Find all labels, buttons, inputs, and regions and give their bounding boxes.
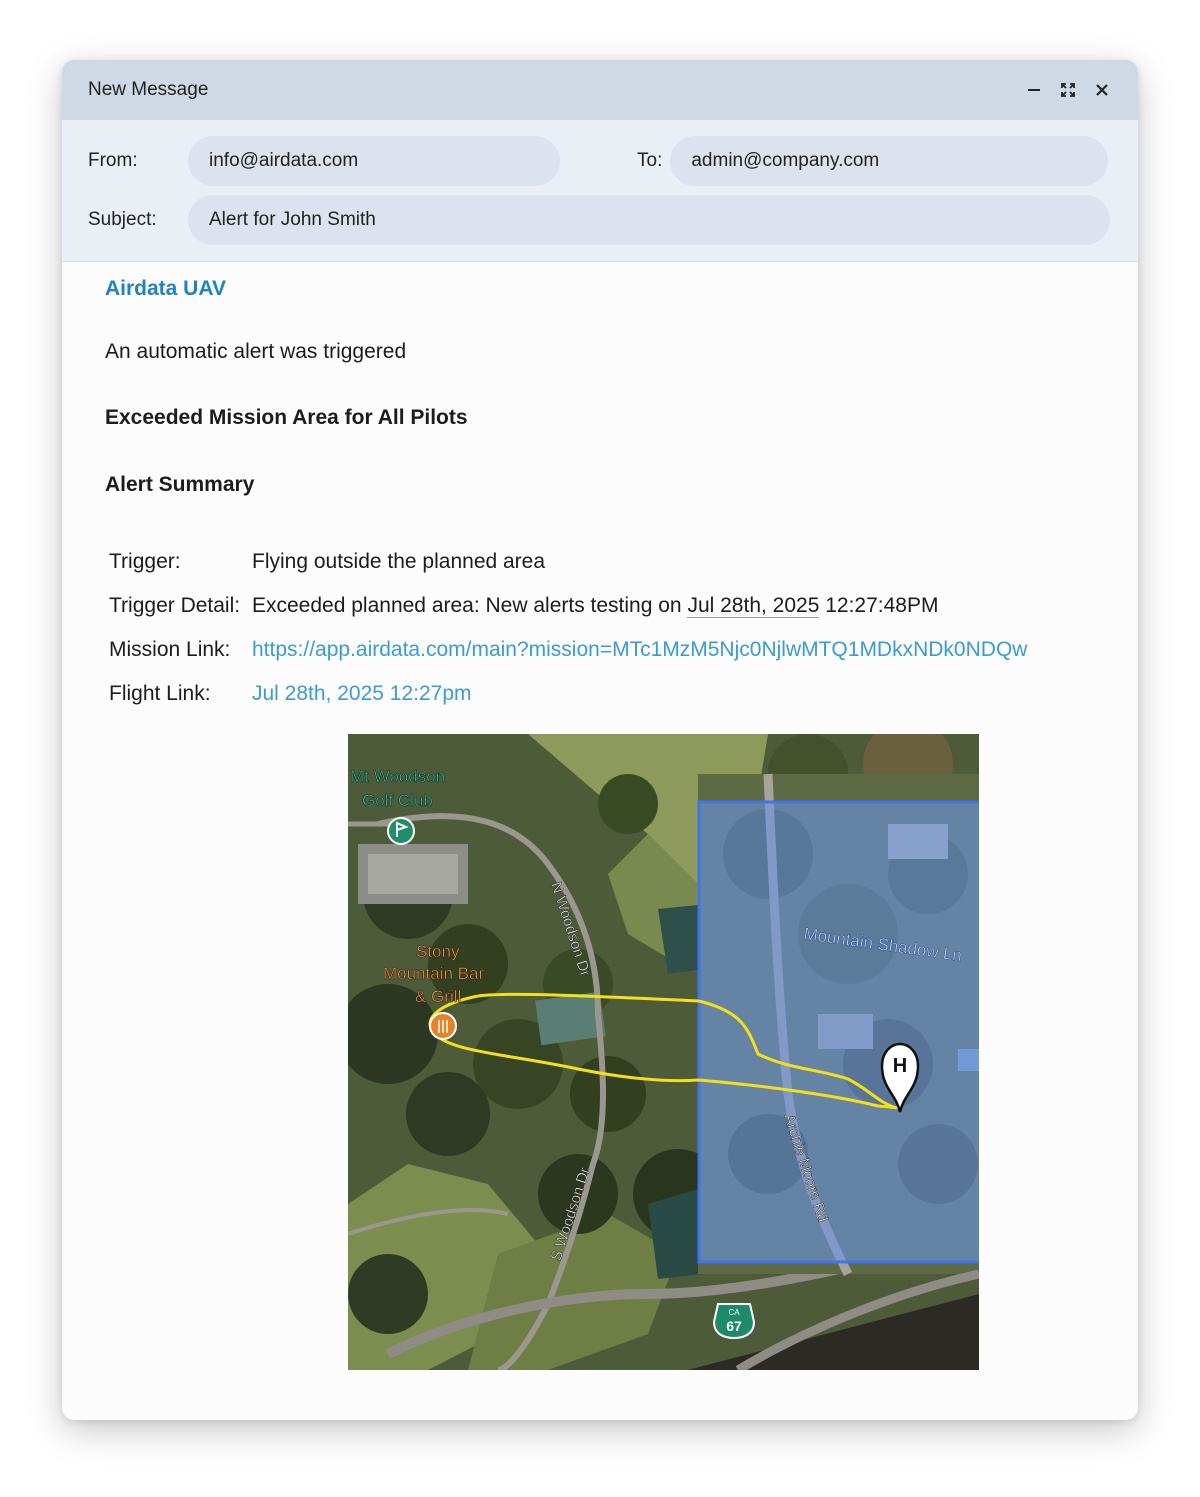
trigger-detail-label: Trigger Detail: (109, 594, 241, 617)
detail-prefix: Exceeded planned area: New alerts testin… (252, 594, 688, 617)
table-row: Trigger Detail: Exceeded planned area: N… (109, 584, 1027, 628)
to-label: To: (637, 150, 663, 171)
flight-link[interactable]: Jul 28th, 2025 12:27pm (252, 682, 472, 705)
poi-bar-line2: Mountain Bar (383, 964, 484, 983)
trigger-label: Trigger: (109, 550, 181, 573)
mission-link[interactable]: https://app.airdata.com/main?mission=MTc… (252, 638, 1027, 661)
poi-bar-line1: Stony (416, 942, 460, 961)
highway-shield-icon: CA 67 (712, 1303, 756, 1340)
poi-golf-line1: Mt Woodson (350, 767, 445, 786)
mission-link-label: Mission Link: (109, 638, 231, 661)
highway-number: 67 (726, 1318, 742, 1334)
detail-date[interactable]: Jul 28th, 2025 (687, 594, 820, 618)
from-to-row: From: info@airdata.com To: admin@company… (88, 136, 1112, 186)
intro-text: An automatic alert was triggered (105, 340, 407, 363)
poi-golf-line2: Golf Club (362, 791, 433, 810)
flight-map: H Mt Woodson Golf Club Stony Mountain Ba… (348, 734, 979, 1370)
minimize-icon[interactable] (1024, 80, 1044, 100)
compose-window: New Message From: info@airdata.com To: a… (62, 60, 1138, 1420)
from-label: From: (88, 150, 138, 171)
table-row: Mission Link: https://app.airdata.com/ma… (109, 628, 1027, 672)
alert-name: Exceeded Mission Area for All Pilots (105, 406, 468, 429)
from-field[interactable]: info@airdata.com (188, 136, 560, 186)
email-body: Airdata UAV An automatic alert was trigg… (62, 262, 1138, 716)
trigger-value: Flying outside the planned area (252, 550, 546, 573)
table-row: Trigger: Flying outside the planned area (109, 540, 1027, 584)
window-title: New Message (88, 79, 209, 100)
poi-bar-line3: & Grill (415, 987, 461, 1006)
flight-link-label: Flight Link: (109, 682, 211, 705)
trigger-detail-value: Exceeded planned area: New alerts testin… (252, 584, 1027, 628)
subject-field[interactable]: Alert for John Smith (188, 195, 1110, 245)
detail-time: 12:27:48PM (819, 594, 939, 617)
close-icon[interactable] (1092, 80, 1112, 100)
highway-state: CA (728, 1308, 740, 1317)
golf-pin-icon (387, 817, 415, 845)
message-header: From: info@airdata.com To: admin@company… (62, 120, 1138, 262)
to-field[interactable]: admin@company.com (670, 136, 1109, 186)
home-marker-label: H (893, 1055, 907, 1077)
table-row: Flight Link: Jul 28th, 2025 12:27pm (109, 672, 1027, 716)
title-bar: New Message (62, 60, 1138, 120)
window-controls (1024, 60, 1112, 120)
summary-heading: Alert Summary (105, 473, 255, 496)
brand-name: Airdata UAV (105, 277, 226, 300)
fullscreen-icon[interactable] (1058, 80, 1078, 100)
subject-label: Subject: (88, 209, 157, 230)
subject-row: Subject: Alert for John Smith (88, 195, 1112, 245)
alert-summary-table: Trigger: Flying outside the planned area… (109, 540, 1027, 716)
